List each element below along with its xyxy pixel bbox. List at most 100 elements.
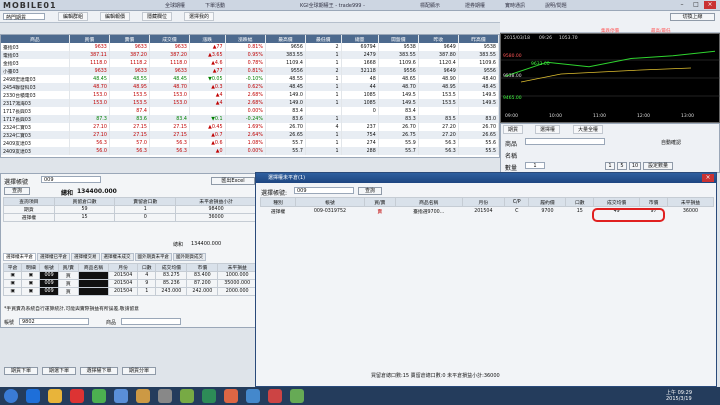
- detail-icon[interactable]: ▣: [21, 279, 41, 288]
- position-tab[interactable]: 選擇權未成交: [100, 253, 134, 261]
- futures-split-button[interactable]: 期貨分單: [122, 367, 156, 375]
- quote-row[interactable]: 臺指03 9633 9633 9633 ▲77 0.81% 9656 2 69794 9538 96…: [1, 43, 499, 51]
- quote-row[interactable]: 2454聯發科03 48.70 48.95 48.70 ▲0.3 0.62% 48.45 1 4…: [1, 83, 499, 91]
- quote-row[interactable]: 1717長興03 87.4 0.00% 83.4 0 83.4: [1, 107, 499, 115]
- position-row[interactable]: ▣ ▣ 009 買 201504 9 85.236 87.200 35000.000: [2, 279, 257, 288]
- dialog-account-select[interactable]: 009: [294, 187, 354, 194]
- quote-cell: [149, 107, 190, 115]
- quote-row[interactable]: 2498宏達電03 48.45 48.55 48.45 ▼0.05 -0.10% 48.55…: [1, 75, 499, 83]
- window-title: KGI全球期權王 - trade999 -: [300, 3, 365, 9]
- app-icon[interactable]: [246, 389, 260, 403]
- close-position-icon[interactable]: ▣: [2, 287, 23, 296]
- menu-item[interactable]: 標配顯示: [420, 2, 440, 9]
- quote-cell: 27.10: [69, 131, 110, 139]
- quote-cell: [418, 107, 459, 115]
- tab-edit-group[interactable]: 編輯群組: [58, 12, 89, 21]
- quote-cell: 387.20: [149, 51, 190, 59]
- app-icon[interactable]: [180, 389, 194, 403]
- tab-edit-quote[interactable]: 編輯報價: [100, 12, 131, 21]
- quote-cell: 電指03: [1, 51, 70, 59]
- query-button[interactable]: 查詢: [4, 187, 30, 195]
- close-position-icon[interactable]: ▣: [2, 271, 23, 280]
- qty-10-button[interactable]: 10: [629, 162, 641, 170]
- position-tab[interactable]: 國外期貨未平倉: [134, 253, 172, 261]
- qty-1-button[interactable]: 1: [605, 162, 615, 170]
- column-header: 最高價: [265, 35, 306, 43]
- account-select[interactable]: 009: [41, 176, 101, 183]
- quote-row[interactable]: 2409友達03 56.3 57.0 56.3 ▲0.6 1.08% 55.7 1 274 55.…: [1, 139, 499, 147]
- trading-app-icon[interactable]: [268, 389, 282, 403]
- tab-options[interactable]: 選擇權: [535, 125, 561, 134]
- quote-cell: 55.5: [458, 147, 499, 155]
- qty-input[interactable]: 1: [525, 162, 545, 169]
- set-qty-button[interactable]: 設定數量: [643, 162, 673, 170]
- menu-item[interactable]: 證券期權: [465, 2, 485, 9]
- quote-row[interactable]: 2317鴻海03 153.0 153.5 153.0 ▲4 2.68% 149.0 1 1085…: [1, 99, 499, 107]
- menu-item[interactable]: 全球期權: [165, 2, 185, 9]
- quote-cell: 153.0: [69, 99, 110, 107]
- position-cell: 009: [39, 287, 59, 296]
- quote-row[interactable]: 2330台積電03 153.0 153.5 153.0 ▲4 2.68% 149.0 1 108…: [1, 91, 499, 99]
- detail-icon[interactable]: ▣: [21, 271, 41, 280]
- media-icon[interactable]: [70, 389, 84, 403]
- menu-item[interactable]: 實時通訊: [505, 2, 525, 9]
- option-order-button[interactable]: 選擇權下單: [80, 367, 118, 375]
- group-select[interactable]: 熱門期貨: [3, 13, 45, 21]
- line-icon[interactable]: [202, 389, 216, 403]
- quote-cell: 9649: [418, 67, 459, 75]
- help-link[interactable]: 說明/問題: [545, 2, 567, 9]
- tab-futures[interactable]: 期貨: [503, 125, 524, 134]
- spread-order-button[interactable]: 期選下單: [42, 367, 76, 375]
- quote-row[interactable]: 1717長興03 87.3 83.6 83.4 ▼0.1 -0.24% 83.6 1 83.3 8…: [1, 115, 499, 123]
- quote-row[interactable]: 2324仁寶03 27.10 27.15 27.15 ▲0.45 1.69% 26.70 4 2…: [1, 123, 499, 131]
- minimize-icon[interactable]: –: [676, 1, 688, 9]
- folder-icon[interactable]: [48, 389, 62, 403]
- login-button[interactable]: 切換上線: [670, 13, 715, 21]
- app-icon[interactable]: [136, 389, 150, 403]
- maximize-icon[interactable]: □: [690, 1, 702, 9]
- app-icon[interactable]: [290, 389, 304, 403]
- tab-bulk[interactable]: 大量全權: [573, 125, 604, 134]
- quote-cell: 2.68%: [225, 91, 266, 99]
- quote-row[interactable]: 電指03 387.11 387.20 387.20 ▲3.65 0.95% 383.55 1 2…: [1, 51, 499, 59]
- summary-table: 查詢項目 買留倉口數 賣留倉口數 未平倉損益小計 期貨 59 1 98400 選擇權 15 0 360…: [3, 197, 257, 222]
- position-tab[interactable]: 選擇權已平倉: [37, 253, 70, 261]
- quote-cell: 48.90: [418, 75, 459, 83]
- quote-row[interactable]: 2324仁寶03 27.10 27.15 27.15 ▲0.7 2.64% 26.65 1 75…: [1, 131, 499, 139]
- quote-cell: 83.6: [265, 115, 306, 123]
- quote-cell: ▼0.1: [189, 115, 226, 123]
- ie-icon[interactable]: [26, 389, 40, 403]
- quote-cell: ▲0.3: [189, 83, 226, 91]
- start-button-icon[interactable]: [4, 389, 18, 403]
- tab-select[interactable]: 選擇我的: [184, 12, 215, 21]
- detail-icon[interactable]: ▣: [21, 287, 41, 296]
- quote-row[interactable]: 2409友達03 56.0 56.3 56.3 ▲0 0.00% 55.7 1 288 55.7 5…: [1, 147, 499, 155]
- product-input[interactable]: [525, 138, 605, 145]
- position-row[interactable]: ▣ ▣ 009 買 201504 1 243.000 242.000 2000.000: [2, 287, 257, 296]
- summary-cell: 選擇權: [3, 213, 55, 222]
- dialog-close-icon[interactable]: ×: [702, 174, 714, 182]
- position-row[interactable]: ▣ ▣ 009 買 201504 4 83.275 83.400 1000.000: [2, 271, 257, 280]
- orderbar-account[interactable]: 9802: [19, 318, 89, 325]
- app-icon[interactable]: [114, 389, 128, 403]
- quote-cell: 1717長興03: [1, 107, 70, 115]
- close-position-icon[interactable]: ▣: [2, 279, 23, 288]
- position-tab[interactable]: 選擇權交易: [71, 253, 100, 261]
- menu-item[interactable]: 下單活動: [205, 2, 225, 9]
- app-icon[interactable]: [224, 389, 238, 403]
- close-icon[interactable]: ×: [704, 1, 716, 9]
- export-excel-button[interactable]: 匯出Excel: [211, 177, 255, 185]
- qty-5-button[interactable]: 5: [617, 162, 627, 170]
- position-tab[interactable]: 國外期貨成交: [173, 253, 206, 261]
- quote-row[interactable]: 金指03 1118.0 1118.2 1118.0 ▲4.6 0.78% 1109.4 1 16…: [1, 59, 499, 67]
- position-tab[interactable]: 選擇權未平倉: [3, 253, 36, 261]
- futures-order-button[interactable]: 期貨下單: [4, 367, 38, 375]
- auto-confirm-checkbox[interactable]: 自動確認: [661, 139, 681, 146]
- quote-cell: 2409友達03: [1, 147, 70, 155]
- dialog-query-button[interactable]: 查詢: [358, 187, 382, 195]
- chrome-icon[interactable]: [92, 389, 106, 403]
- app-icon[interactable]: [158, 389, 172, 403]
- quote-row[interactable]: 小臺03 9633 9633 9633 ▲77 0.81% 9556 2 32118 9556 96…: [1, 67, 499, 75]
- orderbar-product[interactable]: [121, 318, 181, 325]
- tab-hide-fields[interactable]: 隱藏欄位: [142, 12, 173, 21]
